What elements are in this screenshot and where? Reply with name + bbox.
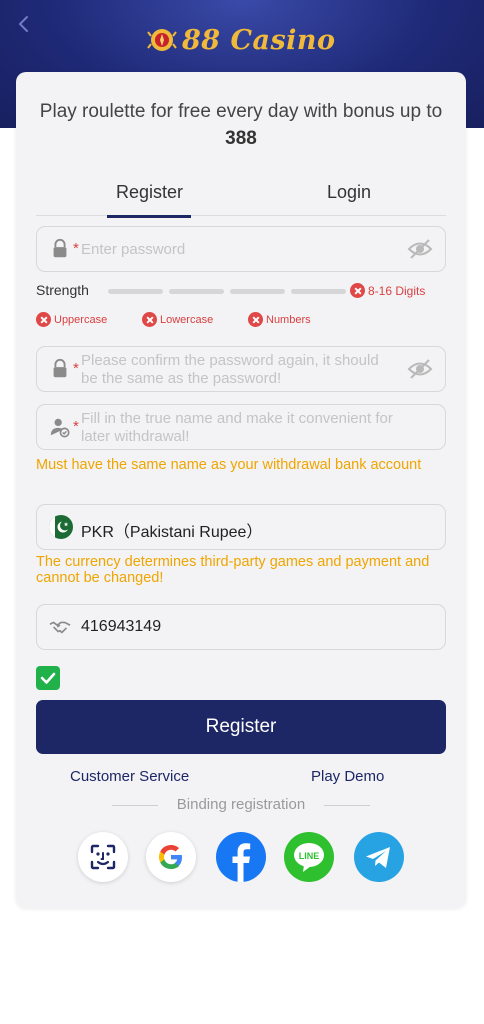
currency-value: PKR（Pakistani Rupee） [81, 524, 263, 541]
pakistan-flag-icon [49, 515, 73, 539]
eye-off-icon[interactable] [407, 238, 433, 260]
divider [324, 805, 370, 806]
active-tab-indicator [107, 215, 191, 218]
binding-label: Binding registration [176, 796, 306, 813]
password-strength: Strength 8-16 Digits [36, 282, 446, 302]
check-icon [40, 672, 56, 684]
svg-text:LINE: LINE [299, 851, 320, 861]
error-x-icon [248, 312, 263, 327]
lock-icon [53, 358, 67, 378]
required-mark: * [73, 240, 79, 257]
google-button[interactable] [146, 832, 196, 882]
facebook-button[interactable] [216, 832, 266, 882]
strength-bar [230, 289, 285, 294]
error-x-icon [350, 283, 365, 298]
required-mark: * [73, 418, 79, 435]
required-mark: * [73, 360, 79, 377]
strength-label: Strength [36, 282, 89, 298]
real-name-hint: Must have the same name as your withdraw… [36, 457, 422, 473]
face-id-button[interactable] [78, 832, 128, 882]
facebook-icon [232, 843, 251, 882]
password-placeholder: Enter password [81, 241, 186, 258]
auth-tabs: Register Login [36, 176, 446, 218]
handshake-icon [49, 621, 71, 634]
confirm-password-field[interactable]: * Please confirm the password again, it … [36, 346, 446, 392]
currency-hint: The currency determines third-party game… [36, 554, 430, 586]
binding-registration: Binding registration [36, 796, 446, 816]
play-demo-link[interactable]: Play Demo [311, 768, 384, 785]
numbers-rule: Numbers [248, 312, 311, 327]
strength-bar [291, 289, 346, 294]
error-x-icon [142, 312, 157, 327]
uppercase-rule: Uppercase [36, 312, 107, 327]
confirm-password-placeholder: Please confirm the password again, it sh… [81, 352, 379, 387]
agree-checkbox[interactable] [36, 666, 60, 690]
register-card: Play roulette for free every day with bo… [16, 72, 466, 908]
telegram-button[interactable] [354, 832, 404, 882]
register-button[interactable]: Register [36, 700, 446, 754]
line-icon: LINE [294, 843, 324, 872]
promo-text: Play roulette for free every day with bo… [39, 101, 443, 122]
strength-bar [108, 289, 163, 294]
password-field[interactable]: * Enter password [36, 226, 446, 272]
crest-icon [147, 29, 177, 51]
lowercase-rule: Lowercase [142, 312, 213, 327]
telegram-icon [366, 847, 390, 868]
line-button[interactable]: LINE [284, 832, 334, 882]
tab-login[interactable]: Login [327, 182, 371, 203]
user-verified-icon [50, 418, 70, 438]
logo: 88 Casino [146, 20, 336, 60]
real-name-placeholder: Fill in the true name and make it conven… [81, 410, 393, 445]
strength-bar [169, 289, 224, 294]
logo-text: 88 Casino [182, 24, 336, 56]
promo-headline: Play roulette for free every day with bo… [36, 98, 446, 152]
eye-off-icon[interactable] [407, 358, 433, 380]
promo-amount: 388 [225, 128, 257, 149]
real-name-field[interactable]: * Fill in the true name and make it conv… [36, 404, 446, 450]
referral-code-field[interactable]: 416943149 [36, 604, 446, 650]
error-x-icon [36, 312, 51, 327]
length-rule: 8-16 Digits [350, 283, 425, 298]
chevron-left-icon[interactable] [12, 12, 36, 36]
google-icon [159, 845, 182, 869]
lock-icon [53, 238, 67, 258]
face-id-icon [90, 844, 116, 870]
currency-select[interactable]: PKR（Pakistani Rupee） [36, 504, 446, 550]
tab-register[interactable]: Register [116, 182, 183, 203]
customer-service-link[interactable]: Customer Service [70, 768, 189, 785]
referral-code-value: 416943149 [81, 618, 162, 635]
